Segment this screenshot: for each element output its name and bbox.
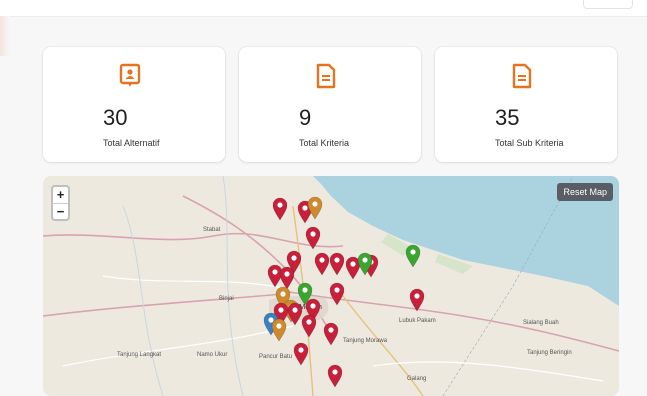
stat-value: 9 [299,105,312,130]
stat-value: 35 [495,105,520,130]
stat-label: Total Kriteria [299,138,350,148]
navbar-user-button[interactable] [583,0,633,9]
card-total-kriteria: 9 Total Kriteria [239,47,421,162]
card-total-sub-kriteria: 35 Total Sub Kriteria [435,47,617,162]
map-marker-icon[interactable] [305,226,321,250]
map-marker-icon[interactable] [327,364,343,388]
map-marker-icon[interactable] [301,314,317,338]
map-marker-icon[interactable] [329,282,345,306]
place-label: Pancur Batu [259,354,293,360]
map-marker-icon[interactable] [405,244,421,268]
document-icon [316,63,336,89]
place-label: Stabat [203,227,221,233]
map-marker-icon[interactable] [329,252,345,276]
zoom-control: + − [51,185,70,221]
map-marker-icon[interactable] [409,288,425,312]
map-marker-icon[interactable] [293,342,309,366]
stat-label: Total Alternatif [103,138,160,148]
place-label: Tanjung Morawa [343,338,388,344]
top-navbar [0,0,647,17]
stat-label: Total Sub Kriteria [495,138,564,148]
place-label: Namo Ukur [197,352,228,358]
place-label: Sialang Buah [523,320,559,326]
document-icon [512,63,532,89]
map-marker-icon[interactable] [323,322,339,346]
place-label: Galang [407,376,427,382]
map-marker-icon[interactable] [272,197,288,221]
reset-map-button[interactable]: Reset Map [557,183,613,201]
zoom-out-button[interactable]: − [53,203,68,220]
map-marker-icon[interactable] [271,318,287,342]
sidebar-edge [0,16,10,56]
place-label: Lubuk Pakam [399,318,436,324]
map-marker-icon[interactable] [307,196,323,220]
card-total-alternatif: 30 Total Alternatif [43,47,225,162]
map-view[interactable]: + − Reset Map Stabat Binjai Medan Tanjun… [43,176,619,396]
place-label: Tanjung Beringin [527,350,572,356]
zoom-in-button[interactable]: + [53,187,68,203]
map-marker-icon[interactable] [357,252,373,276]
place-label: Binjai [219,296,234,302]
person-board-icon [119,63,141,87]
stat-value: 30 [103,105,128,130]
map-marker-icon[interactable] [314,252,330,276]
place-label: Tanjung Langkat [117,352,162,358]
